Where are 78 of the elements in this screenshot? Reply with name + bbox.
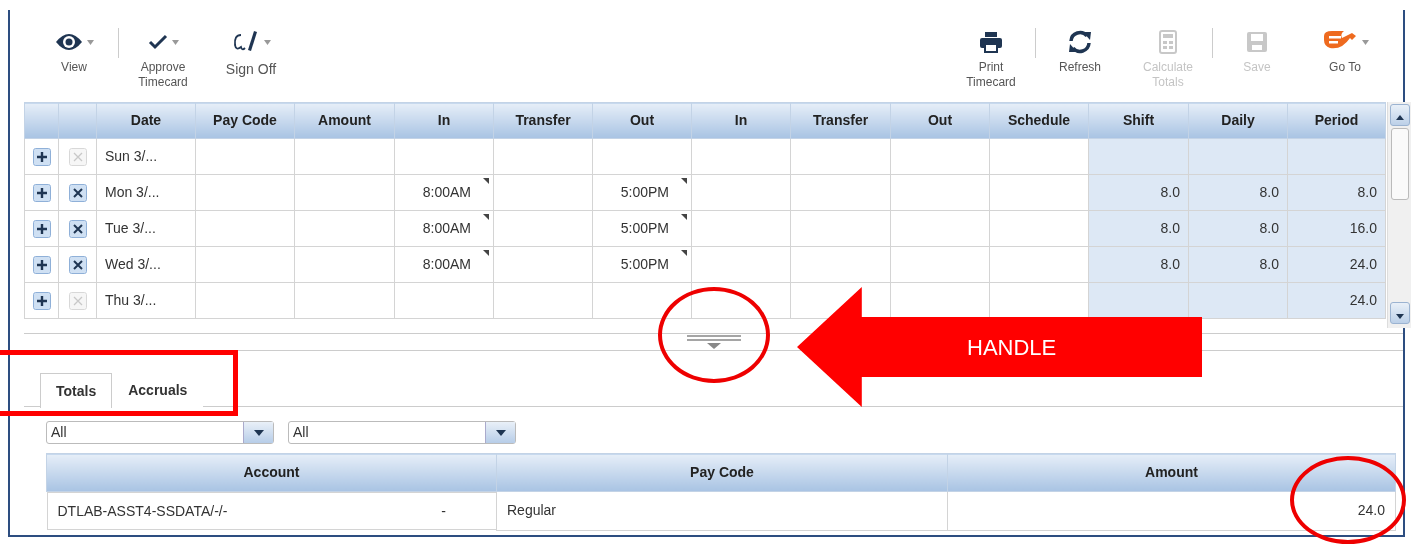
refresh-icon	[1067, 30, 1093, 54]
scroll-bar[interactable]	[1387, 102, 1411, 328]
toolbar-button[interactable]: Approve Timecard	[119, 24, 207, 90]
add-button[interactable]	[33, 147, 51, 166]
comment-marker-icon	[681, 250, 687, 256]
add-button[interactable]	[33, 291, 51, 310]
comment-marker-icon	[483, 250, 489, 256]
toolbar-button[interactable]: Print Timecard	[947, 24, 1035, 90]
resize-handle[interactable]	[685, 334, 742, 350]
table-cell[interactable]: 8:00AM	[394, 210, 494, 247]
caret-icon	[171, 39, 179, 45]
column-header[interactable]: Amount	[947, 453, 1396, 492]
column-header[interactable]: Period	[1287, 102, 1386, 139]
add-button[interactable]	[33, 255, 51, 274]
column-header[interactable]: Pay Code	[195, 102, 295, 139]
column-header[interactable]: Transfer	[790, 102, 891, 139]
eye-icon	[54, 32, 83, 52]
comment-marker-icon	[483, 214, 489, 220]
comment-marker-icon	[681, 214, 687, 220]
table-cell[interactable]: Mon 3/...	[96, 174, 196, 211]
scroll-thumb[interactable]	[1391, 128, 1409, 200]
caret-icon	[495, 429, 506, 436]
table-cell: Regular	[496, 491, 948, 530]
table-cell: 8.0	[1088, 246, 1189, 283]
delete-button[interactable]	[68, 219, 87, 238]
table-cell: 8.0	[1188, 210, 1288, 247]
table-cell: 24.0	[1287, 282, 1386, 319]
column-header[interactable]: Out	[890, 102, 990, 139]
table-cell: 8.0	[1088, 174, 1189, 211]
table-cell[interactable]: 8:00AM	[394, 246, 494, 283]
table-cell: 8.0	[1188, 246, 1288, 283]
table-cell[interactable]: 5:00PM	[592, 210, 692, 247]
column-header[interactable]: Transfer	[493, 102, 593, 139]
calculator-icon	[1159, 30, 1177, 54]
table-cell: 8.0	[1188, 174, 1288, 211]
column-header[interactable]: Out	[592, 102, 692, 139]
column-header[interactable]: Daily	[1188, 102, 1288, 139]
column-header[interactable]: In	[394, 102, 494, 139]
toolbar-button[interactable]: Sign Off	[207, 24, 295, 77]
delete-button[interactable]	[68, 255, 87, 274]
caret-icon	[86, 39, 94, 45]
table-cell: 8.0	[1287, 174, 1386, 211]
column-header[interactable]: Schedule	[989, 102, 1089, 139]
toolbar-button[interactable]: View	[30, 24, 118, 75]
table-cell: 16.0	[1287, 210, 1386, 247]
table-cell: 24.0	[947, 491, 1396, 530]
column-header[interactable]: Date	[96, 102, 196, 139]
column-header[interactable]: In	[691, 102, 791, 139]
dropdown-field[interactable]: All	[46, 421, 274, 444]
tab[interactable]: Totals	[40, 373, 113, 408]
toolbar-button[interactable]: Go To	[1301, 24, 1389, 75]
add-button[interactable]	[33, 183, 51, 202]
table-cell[interactable]: 5:00PM	[592, 174, 692, 211]
column-header[interactable]: Pay Code	[496, 453, 948, 492]
delete-button[interactable]	[68, 183, 87, 202]
column-header[interactable]: Account	[46, 453, 497, 492]
table-cell[interactable]: Tue 3/...	[96, 210, 196, 247]
table-cell-text: DTLAB-ASST4-SSDATA/-/-	[57, 501, 228, 521]
table-cell[interactable]: Sun 3/...	[96, 138, 196, 175]
caret-icon	[263, 39, 271, 45]
printer-icon	[979, 31, 1003, 53]
dropdown-field[interactable]: All	[288, 421, 516, 444]
toolbar-button[interactable]: Refresh	[1036, 24, 1124, 75]
table-cell[interactable]: 5:00PM	[592, 246, 692, 283]
add-button[interactable]	[33, 219, 51, 238]
column-header[interactable]: Shift	[1088, 102, 1189, 139]
comment-marker-icon	[681, 178, 687, 184]
caret-icon	[1361, 39, 1369, 45]
table-cell[interactable]: 8:00AM	[394, 174, 494, 211]
column-header[interactable]: Amount	[294, 102, 395, 139]
check-icon	[147, 34, 168, 50]
table-cell[interactable]: Wed 3/...	[96, 246, 196, 283]
table-cell: 8.0	[1088, 210, 1189, 247]
table-cell: 24.0	[1287, 246, 1386, 283]
comment-marker-icon	[483, 178, 489, 184]
caret-icon	[253, 429, 264, 436]
table-cell[interactable]: Thu 3/...	[96, 282, 196, 319]
table-cell-text: -	[441, 501, 446, 521]
